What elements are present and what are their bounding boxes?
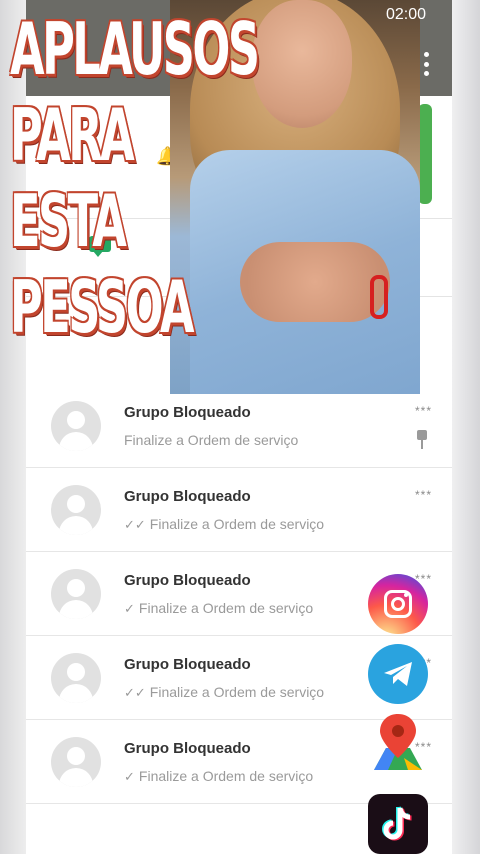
chat-title: Grupo Bloqueado: [124, 488, 251, 505]
chat-meta: ***: [414, 404, 432, 418]
avatar-placeholder-icon: [51, 737, 101, 787]
double-check-icon: ✓✓: [124, 685, 146, 700]
maps-icon[interactable]: [368, 712, 428, 774]
chat-row[interactable]: Grupo Bloqueado Finalize a Ordem de serv…: [26, 384, 452, 468]
chat-title: Grupo Bloqueado: [124, 740, 251, 757]
chat-title: Grupo Bloqueado: [124, 404, 251, 421]
check-icon: ✓: [124, 769, 135, 784]
check-icon: ✓: [124, 601, 135, 616]
chat-meta: ***: [414, 488, 432, 502]
chat-subtitle: Finalize a Ordem de serviço: [124, 432, 299, 448]
chat-subtitle: ✓✓ Finalize a Ordem de serviço: [124, 516, 325, 532]
right-blur-background: [450, 0, 480, 854]
chat-title: Grupo Bloqueado: [124, 572, 251, 589]
chat-row[interactable]: Grupo Bloqueado ✓✓ Finalize a Ordem de se…: [26, 468, 452, 552]
chat-subtitle: ✓ Finalize a Ordem de serviço: [124, 600, 314, 616]
avatar-placeholder-icon: [51, 569, 101, 619]
avatar-placeholder-icon: [51, 653, 101, 703]
avatar-placeholder-icon: [51, 401, 101, 451]
tiktok-icon[interactable]: [368, 794, 428, 854]
instagram-icon[interactable]: [368, 574, 428, 634]
meme-caption: APLAUSOS PARA ESTA PESSOA: [10, 7, 260, 349]
chat-subtitle: ✓ Finalize a Ordem de serviço: [124, 768, 314, 784]
chat-title: Grupo Bloqueado: [124, 656, 251, 673]
more-options-icon[interactable]: [422, 52, 430, 76]
avatar-placeholder-icon: [51, 485, 101, 535]
status-time: 02:00: [386, 6, 427, 23]
double-check-icon: ✓✓: [124, 517, 146, 532]
green-action-bar[interactable]: [418, 104, 432, 204]
chat-subtitle: ✓✓ Finalize a Ordem de serviço: [124, 684, 325, 700]
pin-icon: [416, 430, 428, 450]
telegram-icon[interactable]: [368, 644, 428, 704]
